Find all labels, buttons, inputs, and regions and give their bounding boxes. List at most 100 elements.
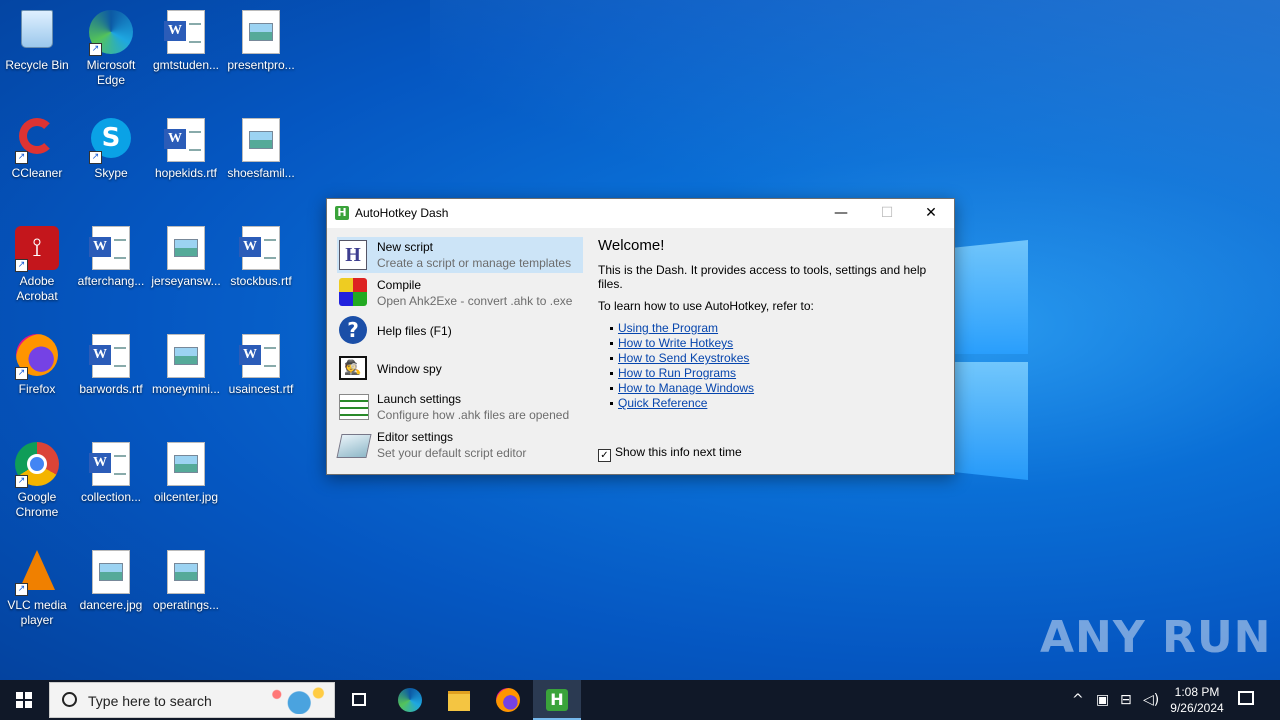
desktop-icon-label: Microsoft Edge bbox=[86, 58, 136, 87]
minimize-button[interactable]: — bbox=[818, 199, 864, 228]
menu-help-files[interactable]: ? Help files (F1) bbox=[337, 313, 583, 349]
link-using-the-program[interactable]: Using the Program bbox=[618, 321, 718, 335]
menu-item-subtitle: Set your default script editor bbox=[377, 446, 527, 460]
link-quick-reference[interactable]: Quick Reference bbox=[618, 396, 707, 410]
menu-item-title: Editor settings bbox=[377, 430, 454, 444]
menu-item-subtitle: Create a script or manage templates bbox=[377, 256, 572, 270]
image-file-icon bbox=[164, 226, 208, 270]
desktop-icon-usaincest[interactable]: W usaincest.rtf bbox=[224, 328, 298, 397]
taskbar-search-box[interactable]: Type here to search bbox=[49, 682, 335, 718]
desktop-icon-jerseyansw[interactable]: jerseyansw... bbox=[149, 220, 223, 289]
link-how-to-write-hotkeys[interactable]: How to Write Hotkeys bbox=[618, 336, 733, 350]
desktop-icon-label: CCleaner bbox=[11, 166, 63, 180]
taskbar-file-explorer[interactable] bbox=[435, 680, 483, 720]
desktop-icon-shoesfamil[interactable]: shoesfamil... bbox=[224, 112, 298, 181]
close-button[interactable]: ✕ bbox=[908, 199, 954, 228]
start-button[interactable] bbox=[0, 680, 48, 720]
desktop-icon-label: dancere.jpg bbox=[79, 598, 143, 612]
notification-center-icon[interactable] bbox=[1238, 691, 1254, 705]
desktop-icon-adobe-acrobat[interactable]: ⟟ ↗ Adobe Acrobat bbox=[0, 220, 74, 304]
link-how-to-send-keystrokes[interactable]: How to Send Keystrokes bbox=[618, 351, 749, 365]
desktop-icon-skype[interactable]: S ↗ Skype bbox=[74, 112, 148, 181]
desktop-icon-label: operatings... bbox=[152, 598, 220, 612]
taskbar-edge[interactable] bbox=[386, 680, 434, 720]
show-info-option[interactable]: ✓ Show this info next time bbox=[598, 445, 742, 462]
desktop-icon-presentpro[interactable]: presentpro... bbox=[224, 4, 298, 73]
info-panel: Welcome! This is the Dash. It provides a… bbox=[598, 237, 948, 411]
desktop-icon-label: stockbus.rtf bbox=[230, 274, 292, 288]
chevron-up-icon[interactable]: ^ bbox=[1072, 692, 1084, 708]
meet-now-icon[interactable]: ▣ bbox=[1096, 692, 1109, 708]
autohotkey-dash-window: H AutoHotkey Dash — ☐ ✕ H New script Cre… bbox=[326, 198, 955, 475]
desktop-icon-label: Recycle Bin bbox=[5, 58, 69, 72]
compile-icon bbox=[339, 278, 369, 308]
taskbar-clock[interactable]: 1:08 PM 9/26/2024 bbox=[1162, 684, 1232, 716]
image-file-icon bbox=[239, 10, 283, 54]
desktop-icon-edge[interactable]: ↗ Microsoft Edge bbox=[74, 4, 148, 88]
desktop-icon-label: presentpro... bbox=[227, 58, 295, 72]
desktop-icon-dancere[interactable]: dancere.jpg bbox=[74, 544, 148, 613]
list-item: Quick Reference bbox=[610, 396, 948, 411]
desktop-icon-operatings[interactable]: operatings... bbox=[149, 544, 223, 613]
desktop-icon-afterchang[interactable]: W afterchang... bbox=[74, 220, 148, 289]
desktop-icon-label: collection... bbox=[80, 490, 142, 504]
desktop-icon-recycle-bin[interactable]: Recycle Bin bbox=[0, 4, 74, 73]
desktop-icon-vlc[interactable]: ↗ VLC media player bbox=[0, 544, 74, 628]
acrobat-icon: ⟟ ↗ bbox=[15, 226, 59, 272]
vlc-icon: ↗ bbox=[15, 550, 59, 596]
list-item: How to Send Keystrokes bbox=[610, 351, 948, 366]
intro-text: This is the Dash. It provides access to … bbox=[598, 263, 927, 291]
autohotkey-icon: H bbox=[546, 689, 568, 711]
desktop-icon-ccleaner[interactable]: ↗ CCleaner bbox=[0, 112, 74, 181]
desktop-icon-firefox[interactable]: ↗ Firefox bbox=[0, 328, 74, 397]
image-file-icon bbox=[164, 442, 208, 486]
task-view-button[interactable] bbox=[336, 680, 384, 720]
learn-text: To learn how to use AutoHotkey, refer to… bbox=[598, 299, 814, 313]
taskbar-firefox[interactable] bbox=[484, 680, 532, 720]
clock-date: 9/26/2024 bbox=[1170, 701, 1224, 715]
volume-icon[interactable]: ◁) bbox=[1143, 692, 1159, 708]
word-doc-icon: W bbox=[164, 118, 208, 162]
taskbar-autohotkey[interactable]: H bbox=[533, 680, 581, 720]
menu-window-spy[interactable]: 🕵 Window spy bbox=[337, 351, 583, 387]
editor-icon bbox=[336, 430, 372, 460]
anyrun-watermark: ANY RUN bbox=[1040, 612, 1272, 663]
link-how-to-run-programs[interactable]: How to Run Programs bbox=[618, 366, 736, 380]
help-links: Using the Program How to Write Hotkeys H… bbox=[610, 321, 948, 411]
task-view-icon bbox=[352, 693, 366, 706]
skype-icon: S ↗ bbox=[89, 118, 133, 164]
ccleaner-icon: ↗ bbox=[15, 118, 59, 164]
desktop-icon-stockbus[interactable]: W stockbus.rtf bbox=[224, 220, 298, 289]
desktop-icon-hopekids[interactable]: W hopekids.rtf bbox=[149, 112, 223, 181]
menu-compile[interactable]: Compile Open Ahk2Exe - convert .ahk to .… bbox=[337, 275, 583, 311]
desktop-icon-label: Skype bbox=[94, 166, 128, 180]
title-bar[interactable]: H AutoHotkey Dash — ☐ ✕ bbox=[327, 199, 954, 228]
desktop-icon-label: gmtstuden... bbox=[152, 58, 220, 72]
welcome-heading: Welcome! bbox=[598, 237, 665, 254]
menu-item-subtitle: Configure how .ahk files are opened bbox=[377, 408, 570, 422]
desktop-icon-label: Google Chrome bbox=[15, 490, 59, 519]
menu-item-title: Help files (F1) bbox=[377, 324, 452, 338]
link-how-to-manage-windows[interactable]: How to Manage Windows bbox=[618, 381, 754, 395]
edge-icon: ↗ bbox=[89, 10, 133, 56]
maximize-button[interactable]: ☐ bbox=[864, 199, 910, 228]
new-script-icon: H bbox=[339, 240, 369, 270]
menu-launch-settings[interactable]: Launch settings Configure how .ahk files… bbox=[337, 389, 583, 425]
desktop-icon-barwords[interactable]: W barwords.rtf bbox=[74, 328, 148, 397]
desktop-icon-label: shoesfamil... bbox=[227, 166, 295, 180]
desktop-icon-oilcenter[interactable]: oilcenter.jpg bbox=[149, 436, 223, 505]
desktop-icon-label: barwords.rtf bbox=[79, 382, 143, 396]
desktop-icon-gmtstuden[interactable]: W gmtstuden... bbox=[149, 4, 223, 73]
show-info-checkbox[interactable]: ✓ bbox=[598, 449, 611, 462]
desktop-icon-google-chrome[interactable]: ↗ Google Chrome bbox=[0, 436, 74, 520]
desktop-icon-collection[interactable]: W collection... bbox=[74, 436, 148, 505]
menu-editor-settings[interactable]: Editor settings Set your default script … bbox=[336, 427, 583, 463]
menu-item-title: Compile bbox=[377, 278, 422, 292]
network-icon[interactable]: ⊟ bbox=[1120, 692, 1132, 708]
desktop-icon-moneymini[interactable]: moneymini... bbox=[149, 328, 223, 397]
menu-new-script[interactable]: H New script Create a script or manage t… bbox=[337, 237, 583, 273]
firefox-icon: ↗ bbox=[15, 334, 59, 380]
desktop-icon-label: moneymini... bbox=[151, 382, 221, 396]
clock-time: 1:08 PM bbox=[1174, 685, 1220, 699]
desktop-icon-label: afterchang... bbox=[77, 274, 145, 288]
